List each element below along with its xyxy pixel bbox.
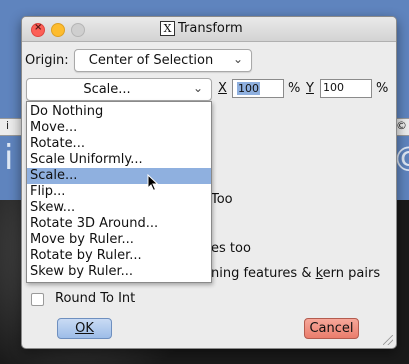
menu-item-skew-by-ruler[interactable]: Skew by Ruler... [27,264,211,280]
background-strip-glyph: © [396,119,407,132]
cancel-button[interactable]: Cancel [304,318,359,339]
mouse-pointer-icon [147,174,159,192]
transform-type-dropdown-list: Do Nothing Move... Rotate... Scale Unifo… [26,101,212,283]
background-large-glyph: i [4,138,14,178]
transform-type-select[interactable]: Scale... ⌄ [26,78,212,101]
resize-grip-icon[interactable] [383,335,393,345]
close-icon: × [34,22,43,33]
chevron-down-icon: ⌄ [192,81,203,95]
menu-item-move[interactable]: Move... [27,120,211,136]
menu-item-flip[interactable]: Flip... [27,184,211,200]
chevron-down-icon: ⌄ [232,52,243,66]
round-to-int-label: Round To Int [55,291,136,306]
cancel-button-label: Cancel [309,321,354,336]
kern-mnemonic: k [315,266,323,281]
zoom-window-button[interactable] [71,23,85,37]
origin-select[interactable]: Center of Selection ⌄ [74,49,252,72]
menu-item-skew[interactable]: Skew... [27,200,211,216]
partial-option-kern-pairs: ning features & kern pairs [211,266,381,281]
x11-app-icon: X [160,21,175,36]
menu-item-do-nothing[interactable]: Do Nothing [27,104,211,120]
origin-label: Origin: [25,53,69,68]
menu-item-scale[interactable]: Scale... [27,168,211,184]
y-label: Y [306,81,314,96]
ok-button[interactable]: OK [57,318,112,339]
window-title: X Transform [160,21,243,36]
transform-type-value: Scale... [83,82,131,97]
partial-option-too: Too [211,192,233,207]
y-scale-value: 100 [323,81,344,94]
title-bar[interactable]: × X Transform [22,17,396,42]
menu-item-scale-uniformly[interactable]: Scale Uniformly... [27,152,211,168]
minimize-window-button[interactable] [51,23,65,37]
menu-item-move-by-ruler[interactable]: Move by Ruler... [27,232,211,248]
x-scale-value: 100 [237,82,260,95]
round-to-int-checkbox[interactable] [31,293,44,306]
origin-select-value: Center of Selection [88,53,214,68]
background-strip-glyph: i [6,119,10,132]
y-unit-label: % [376,81,389,96]
x-unit-label: % [288,81,301,96]
window-title-text: Transform [178,21,243,36]
ok-button-label: OK [75,321,94,336]
menu-item-rotate-by-ruler[interactable]: Rotate by Ruler... [27,248,211,264]
close-window-button[interactable]: × [31,22,45,37]
partial-option-es-too: es too [211,241,251,256]
menu-item-rotate[interactable]: Rotate... [27,136,211,152]
menu-item-rotate-3d-around[interactable]: Rotate 3D Around... [27,216,211,232]
x-scale-input[interactable]: 100 [232,79,284,98]
y-scale-input[interactable]: 100 [320,79,372,98]
x-label: X [218,81,227,96]
